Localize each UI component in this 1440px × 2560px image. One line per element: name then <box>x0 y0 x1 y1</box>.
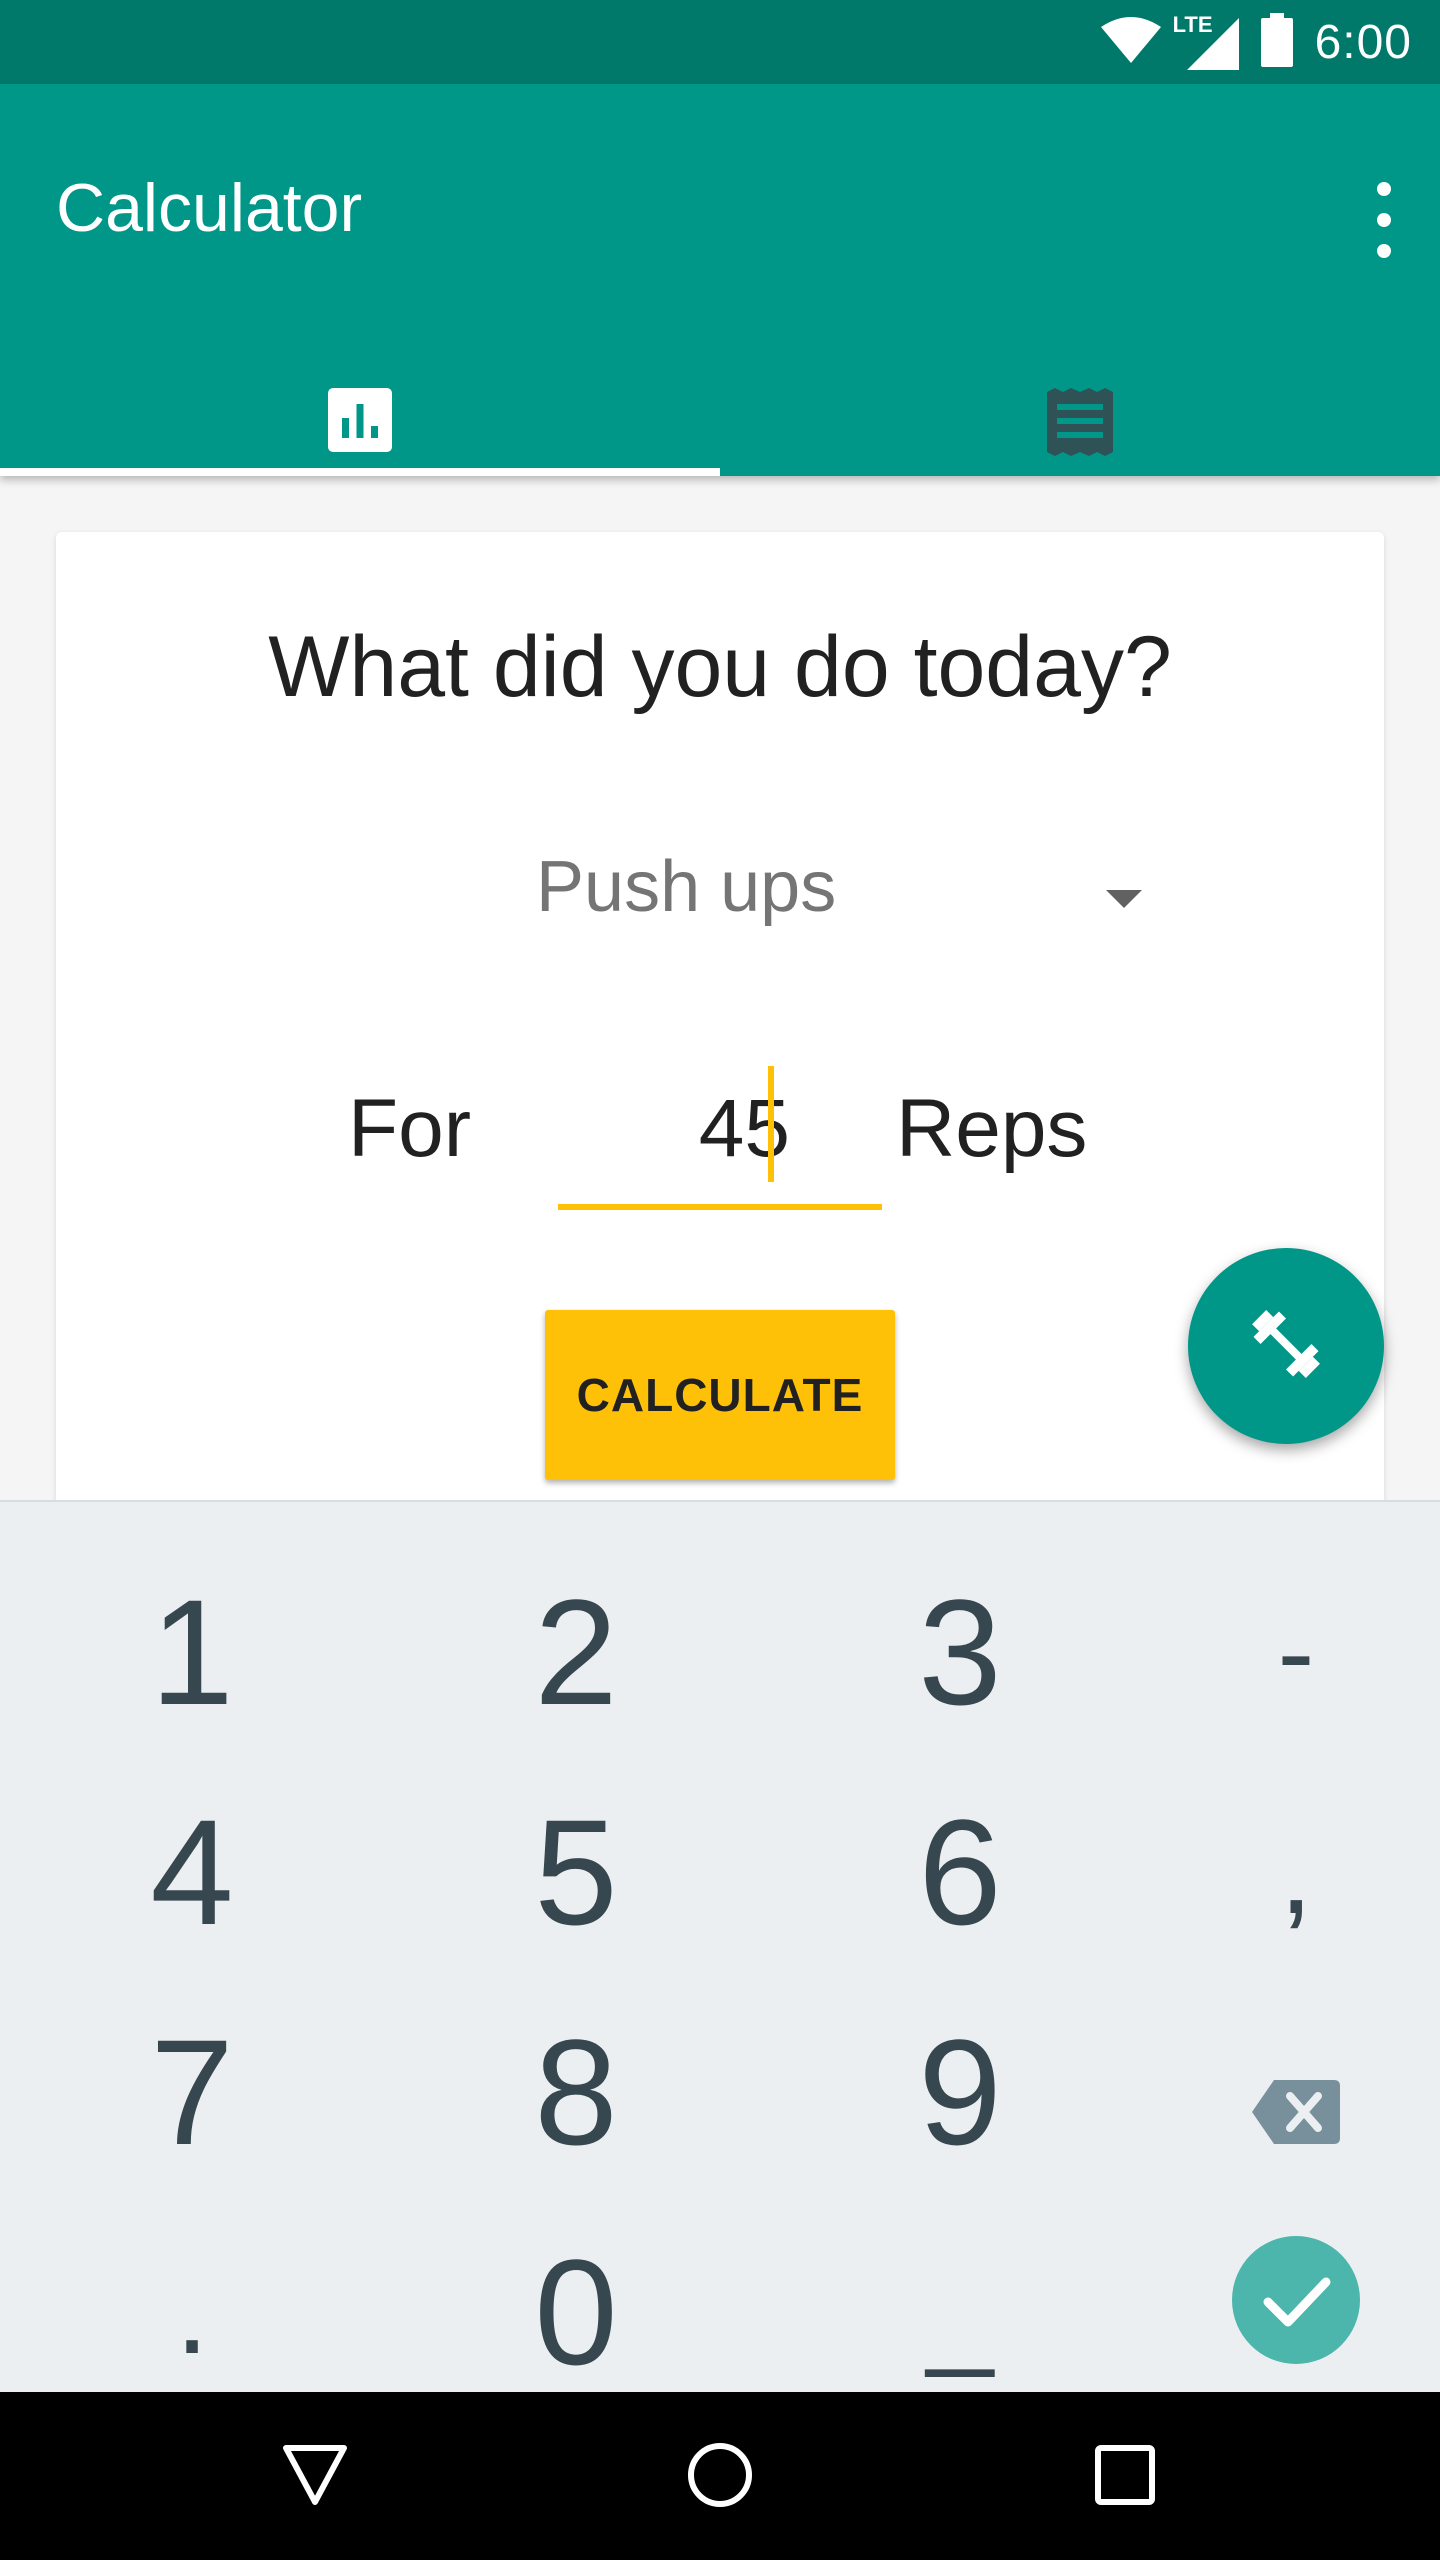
list-icon <box>1047 388 1113 461</box>
app-bar: Calculator <box>0 84 1440 476</box>
key-3[interactable]: 3 <box>768 1542 1152 1762</box>
tab-history[interactable] <box>720 322 1440 476</box>
text-cursor <box>768 1066 774 1182</box>
key-0[interactable]: 0 <box>384 2202 768 2422</box>
more-vert-icon <box>1377 182 1391 196</box>
wifi-icon <box>1100 15 1161 70</box>
backspace-key[interactable] <box>1104 1982 1440 2202</box>
bar-chart-icon <box>328 388 392 457</box>
more-vert-icon-dot <box>1377 213 1391 227</box>
recents-button[interactable] <box>1080 2432 1170 2522</box>
backspace-icon <box>1252 2006 1340 2179</box>
input-underline <box>558 1204 882 1210</box>
more-vert-icon-dot <box>1377 244 1391 258</box>
tab-indicator <box>0 468 720 476</box>
key-8[interactable]: 8 <box>384 1982 768 2202</box>
signal-icon: LTE <box>1173 12 1239 70</box>
tab-stats[interactable] <box>0 322 720 476</box>
numeric-keypad: 1 2 3 - 4 5 6 , 7 8 9 . 0 _ <box>0 1500 1440 2396</box>
question-heading: What did you do today? <box>268 619 1172 715</box>
reps-input-value: 45 <box>698 1083 790 1174</box>
for-label: For <box>348 1083 471 1174</box>
system-nav-bar <box>0 2392 1440 2560</box>
network-type-label: LTE <box>1172 12 1213 37</box>
recents-icon <box>1094 2444 1156 2511</box>
back-button[interactable] <box>270 2432 360 2522</box>
app-title: Calculator <box>56 170 363 246</box>
home-button[interactable] <box>675 2432 765 2522</box>
reps-input[interactable]: 45 <box>558 1060 882 1210</box>
exercise-select-value: Push ups <box>536 847 837 927</box>
battery-icon <box>1260 12 1293 72</box>
reps-label: Reps <box>896 1083 1088 1174</box>
key-underscore[interactable]: _ <box>768 2202 1152 2422</box>
exercise-select[interactable]: Push ups <box>476 832 1176 952</box>
status-time: 6:00 <box>1314 15 1412 69</box>
done-key[interactable] <box>1104 2202 1440 2422</box>
back-icon <box>282 2444 348 2511</box>
status-bar: LTE 6:00 <box>0 0 1440 84</box>
fitness-dumbbell-icon <box>1244 1302 1328 1391</box>
add-workout-fab[interactable] <box>1188 1248 1384 1444</box>
key-6[interactable]: 6 <box>768 1762 1152 1982</box>
key-5[interactable]: 5 <box>384 1762 768 1982</box>
key-1[interactable]: 1 <box>0 1542 384 1762</box>
exercise-card: What did you do today? Push ups For 45 R… <box>56 532 1384 1512</box>
calculate-button[interactable]: CALCULATE <box>545 1310 895 1480</box>
key-decimal[interactable]: . <box>0 2202 384 2422</box>
dropdown-arrow-icon <box>1106 890 1142 908</box>
key-7[interactable]: 7 <box>0 1982 384 2202</box>
key-minus[interactable]: - <box>1104 1542 1440 1762</box>
key-comma[interactable]: , <box>1104 1762 1440 1982</box>
home-icon <box>687 2442 753 2513</box>
status-icons: LTE 6:00 <box>1100 0 1412 84</box>
overflow-menu-button[interactable] <box>1362 182 1406 258</box>
done-check-icon <box>1232 2226 1360 2399</box>
key-4[interactable]: 4 <box>0 1762 384 1982</box>
key-2[interactable]: 2 <box>384 1542 768 1762</box>
key-9[interactable]: 9 <box>768 1982 1152 2202</box>
